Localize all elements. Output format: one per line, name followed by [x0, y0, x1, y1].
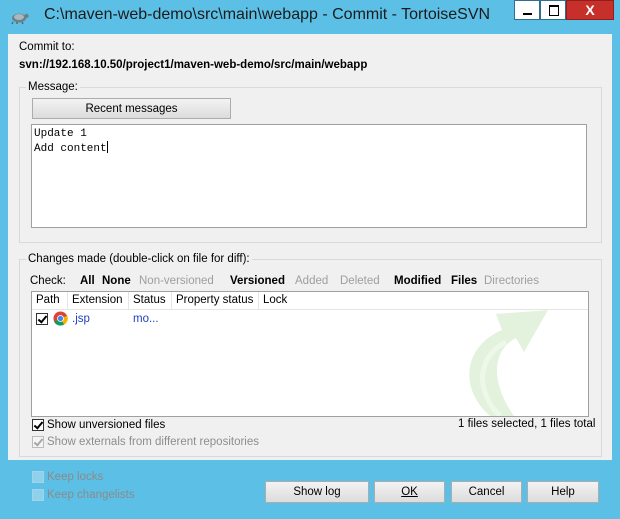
check-label: Check: [30, 275, 66, 287]
show-externals-label: Show externals from different repositori… [47, 436, 259, 448]
filter-deleted: Deleted [340, 275, 380, 287]
keep-changelists-label: Keep changelists [47, 489, 135, 501]
row-checkbox[interactable] [36, 313, 48, 325]
show-unversioned-checkbox[interactable] [32, 419, 44, 431]
changes-group-label: Changes made (double-click on file for d… [26, 253, 252, 265]
commit-url: svn://192.168.10.50/project1/maven-web-d… [19, 59, 368, 71]
keep-changelists-checkbox [32, 489, 44, 501]
keep-locks-checkbox [32, 471, 44, 483]
show-unversioned-label: Show unversioned files [47, 419, 166, 431]
filter-all[interactable]: All [80, 275, 95, 287]
window-title: C:\maven-web-demo\src\main\webapp - Comm… [44, 6, 491, 23]
changes-list[interactable]: Path Extension Status Property status Lo… [31, 291, 589, 417]
help-label: Help [551, 486, 575, 498]
column-property-status[interactable]: Property status [172, 292, 259, 310]
filter-modified[interactable]: Modified [394, 275, 441, 287]
minimize-button[interactable] [514, 0, 540, 20]
keep-locks-label: Keep locks [47, 471, 104, 483]
show-externals-checkbox [32, 436, 44, 448]
show-log-button[interactable]: Show log [265, 481, 369, 503]
close-button[interactable]: X [566, 0, 614, 20]
row-status: mo... [133, 313, 159, 325]
filter-none[interactable]: None [102, 275, 131, 287]
filter-non-versioned: Non-versioned [139, 275, 214, 287]
cancel-button[interactable]: Cancel [451, 481, 522, 503]
help-button[interactable]: Help [527, 481, 599, 503]
recent-messages-button[interactable]: Recent messages [32, 98, 231, 119]
message-text: Update 1 Add content [34, 128, 107, 155]
commit-to-label: Commit to: [19, 41, 75, 53]
column-path[interactable]: Path [32, 292, 68, 310]
ok-button[interactable]: OK [374, 481, 445, 503]
maximize-button[interactable] [540, 0, 566, 20]
filter-versioned[interactable]: Versioned [230, 275, 285, 287]
dialog-client: Commit to: svn://192.168.10.50/project1/… [8, 34, 612, 460]
close-icon: X [585, 2, 595, 18]
message-textarea[interactable]: Update 1 Add content [31, 124, 587, 228]
column-status[interactable]: Status [129, 292, 172, 310]
text-caret [106, 141, 108, 153]
filter-files[interactable]: Files [451, 275, 477, 287]
bottom-bar: Keep locks Keep changelists Show log OK … [8, 460, 612, 519]
cancel-label: Cancel [468, 486, 505, 498]
row-extension: .jsp [72, 313, 90, 325]
show-log-label: Show log [293, 486, 341, 498]
column-extension[interactable]: Extension [68, 292, 129, 310]
filter-added: Added [295, 275, 329, 287]
tortoisesvn-icon [11, 13, 29, 25]
selection-summary: 1 files selected, 1 files total [458, 418, 596, 430]
column-lock[interactable]: Lock [259, 292, 588, 310]
tortoisesvn-watermark-icon [469, 310, 548, 416]
message-group-label: Message: [26, 81, 80, 93]
ok-label: OK [401, 486, 418, 498]
title-bar[interactable]: C:\maven-web-demo\src\main\webapp - Comm… [0, 0, 620, 34]
chrome-file-icon [53, 311, 68, 326]
filter-directories: Directories [484, 275, 539, 287]
